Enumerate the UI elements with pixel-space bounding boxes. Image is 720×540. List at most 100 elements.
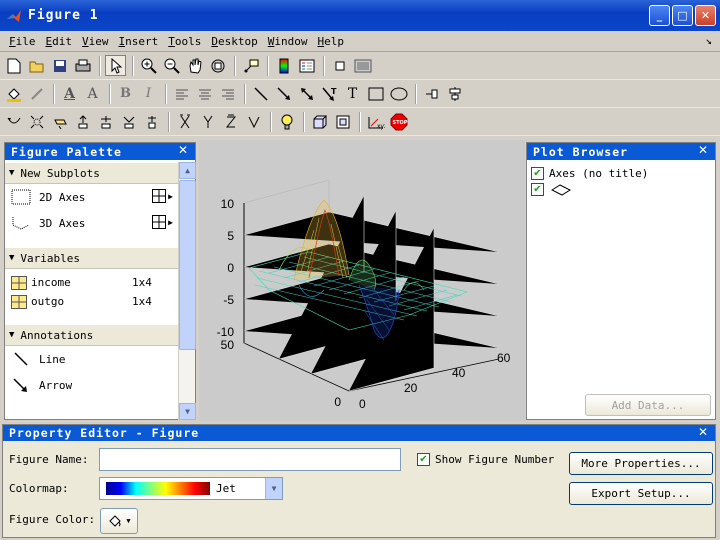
figure-name-input[interactable] xyxy=(99,448,401,471)
perspective-projection-icon[interactable] xyxy=(332,111,353,132)
insert-textbox-icon[interactable]: T xyxy=(342,83,363,104)
insert-arrow-icon[interactable] xyxy=(273,83,294,104)
edge-color-icon[interactable] xyxy=(26,83,47,104)
insert-rectangle-icon[interactable] xyxy=(365,83,386,104)
subplot-2d-axes[interactable]: 2D Axes ▶ xyxy=(5,184,179,210)
pin-icon[interactable] xyxy=(421,83,442,104)
close-icon[interactable]: ✕ xyxy=(698,425,709,439)
z-principal-axis-icon[interactable] xyxy=(220,111,241,132)
move-camera-forward-icon[interactable] xyxy=(95,111,116,132)
subplot-3d-axes[interactable]: 3D Axes ▶ xyxy=(5,210,179,236)
scroll-thumb[interactable] xyxy=(179,180,196,350)
align-left-icon[interactable] xyxy=(171,83,192,104)
orbit-camera-icon[interactable] xyxy=(3,111,24,132)
menu-file[interactable]: File xyxy=(4,35,41,48)
close-icon[interactable]: ✕ xyxy=(698,143,709,157)
subplot-grid-2d-button[interactable]: ▶ xyxy=(152,189,173,203)
mesh-plot[interactable]: 10 5 0 -5 -10 50 0 0 20 40 60 xyxy=(199,140,525,421)
x-principal-axis-icon[interactable] xyxy=(174,111,195,132)
menu-tools[interactable]: Tools xyxy=(163,35,206,48)
menu-window[interactable]: Window xyxy=(263,35,313,48)
variable-grid-icon xyxy=(11,294,27,309)
menu-insert[interactable]: Insert xyxy=(114,35,164,48)
x-tick-label: 20 xyxy=(404,381,418,395)
bold-icon[interactable]: B xyxy=(115,83,136,104)
text-color-icon[interactable]: A xyxy=(59,83,80,104)
annotation-line[interactable]: Line xyxy=(5,346,179,372)
figure-canvas[interactable]: 10 5 0 -5 -10 50 0 0 20 40 60 xyxy=(199,140,525,421)
menu-desktop[interactable]: Desktop xyxy=(206,35,262,48)
orthographic-projection-icon[interactable] xyxy=(309,111,330,132)
stop-camera-icon[interactable]: STOP xyxy=(388,111,409,132)
close-window-button[interactable]: ✕ xyxy=(695,5,716,26)
collapse-triangle-icon[interactable]: ▼ xyxy=(9,168,14,178)
show-figure-number-toggle[interactable]: ✔ Show Figure Number xyxy=(417,453,554,466)
axes-visible-checkbox[interactable]: ✔ xyxy=(531,167,544,180)
open-file-button[interactable] xyxy=(26,55,47,76)
palette-scrollbar[interactable]: ▲ ▼ xyxy=(178,162,196,420)
maximize-button[interactable]: □ xyxy=(672,5,693,26)
insert-text-arrow-icon[interactable]: T xyxy=(319,83,340,104)
print-button[interactable] xyxy=(72,55,93,76)
reset-camera-icon[interactable]: xyz xyxy=(365,111,386,132)
italic-icon[interactable]: I xyxy=(138,83,159,104)
subplot-grid-3d-button[interactable]: ▶ xyxy=(152,215,173,229)
data-cursor-icon[interactable] xyxy=(240,55,261,76)
align-center-icon[interactable] xyxy=(194,83,215,104)
hide-plot-tools-icon[interactable] xyxy=(329,55,350,76)
menu-help[interactable]: Help xyxy=(313,35,350,48)
surface-tree-item[interactable]: ✔ xyxy=(531,183,574,196)
no-principal-axis-icon[interactable] xyxy=(243,111,264,132)
menu-view[interactable]: View xyxy=(77,35,114,48)
close-icon[interactable]: ✕ xyxy=(178,143,189,157)
collapse-triangle-icon[interactable]: ▼ xyxy=(9,330,14,340)
pan-tilt-camera-icon[interactable] xyxy=(49,111,70,132)
roll-camera-icon[interactable] xyxy=(141,111,162,132)
insert-double-arrow-icon[interactable] xyxy=(296,83,317,104)
show-figure-number-checkbox[interactable]: ✔ xyxy=(417,453,430,466)
surface-visible-checkbox[interactable]: ✔ xyxy=(531,183,544,196)
collapse-triangle-icon[interactable]: ▼ xyxy=(9,253,14,263)
face-color-icon[interactable] xyxy=(3,83,24,104)
colorbar-icon[interactable] xyxy=(273,55,294,76)
edit-plot-pointer-icon[interactable] xyxy=(105,55,126,76)
zoom-in-icon[interactable] xyxy=(138,55,159,76)
variable-outgo[interactable]: outgo 1x4 xyxy=(5,292,179,311)
move-camera-horizontal-icon[interactable] xyxy=(72,111,93,132)
figure-color-button[interactable]: ▼ xyxy=(100,508,138,534)
section-annotations[interactable]: ▼ Annotations xyxy=(5,325,179,346)
insert-ellipse-icon[interactable] xyxy=(388,83,409,104)
section-new-subplots[interactable]: ▼ New Subplots xyxy=(5,163,179,184)
menu-edit[interactable]: Edit xyxy=(41,35,78,48)
dropdown-arrow-icon[interactable]: ▼ xyxy=(265,478,282,499)
variable-income[interactable]: income 1x4 xyxy=(5,273,179,292)
scroll-up-arrow-icon[interactable]: ▲ xyxy=(179,162,196,179)
annotation-arrow[interactable]: Arrow xyxy=(5,372,179,398)
section-variables[interactable]: ▼ Variables xyxy=(5,248,179,269)
variable-grid-icon xyxy=(11,275,27,290)
align-distribute-icon[interactable] xyxy=(444,83,465,104)
minimize-button[interactable]: _ xyxy=(649,5,670,26)
show-plot-tools-icon[interactable] xyxy=(352,55,373,76)
scroll-down-arrow-icon[interactable]: ▼ xyxy=(179,403,196,420)
zoom-out-icon[interactable] xyxy=(161,55,182,76)
rotate-3d-icon[interactable] xyxy=(207,55,228,76)
colormap-select[interactable]: Jet ▼ xyxy=(99,477,283,500)
orbit-light-icon[interactable] xyxy=(26,111,47,132)
legend-icon[interactable] xyxy=(296,55,317,76)
axes-tree-item[interactable]: ✔ Axes (no title) xyxy=(531,167,648,180)
add-data-button[interactable]: Add Data... xyxy=(585,394,711,416)
light-bulb-icon[interactable] xyxy=(276,111,297,132)
insert-line-icon[interactable] xyxy=(250,83,271,104)
font-icon[interactable]: A xyxy=(82,83,103,104)
y-principal-axis-icon[interactable] xyxy=(197,111,218,132)
pan-hand-icon[interactable] xyxy=(184,55,205,76)
dock-arrow-icon[interactable]: ↘ xyxy=(705,34,712,47)
align-right-icon[interactable] xyxy=(217,83,238,104)
dropdown-arrow-icon: ▼ xyxy=(126,517,131,525)
save-button[interactable] xyxy=(49,55,70,76)
zoom-camera-icon[interactable] xyxy=(118,111,139,132)
export-setup-button[interactable]: Export Setup... xyxy=(569,482,713,505)
new-figure-button[interactable] xyxy=(3,55,24,76)
more-properties-button[interactable]: More Properties... xyxy=(569,452,713,475)
